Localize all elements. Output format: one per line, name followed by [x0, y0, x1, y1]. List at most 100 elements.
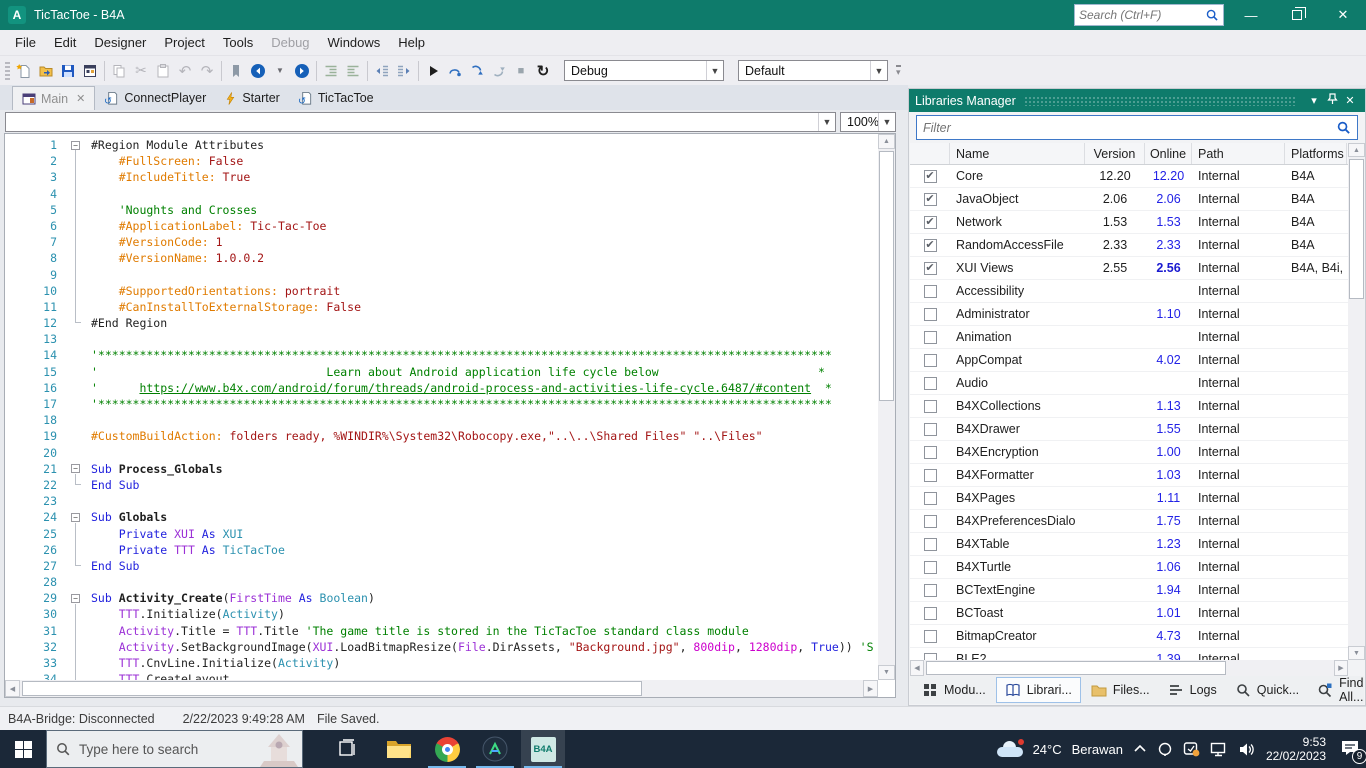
code-line-2[interactable]: 2 #FullScreen: False	[5, 153, 878, 169]
library-row-bctoast[interactable]: BCToast1.01Internal	[910, 602, 1348, 625]
tray-expand-icon[interactable]	[1133, 744, 1147, 754]
code-line-28[interactable]: 28	[5, 574, 878, 590]
panel-tab-quick[interactable]: Quick...	[1227, 678, 1307, 702]
library-filter-input[interactable]	[923, 121, 1336, 135]
weather-desc[interactable]: Berawan	[1072, 742, 1123, 757]
members-dropdown[interactable]: ▼	[5, 112, 836, 132]
panel-tab-findall[interactable]: Find All...	[1309, 672, 1366, 708]
open-icon[interactable]	[35, 60, 57, 82]
scroll-up-icon[interactable]: ▲	[878, 134, 895, 149]
weather-icon[interactable]	[997, 741, 1023, 757]
cut-icon[interactable]: ✂	[130, 60, 152, 82]
library-row-appcompat[interactable]: AppCompat4.02Internal	[910, 349, 1348, 372]
taskbar-search-box[interactable]: Type here to search	[46, 730, 303, 768]
menu-edit[interactable]: Edit	[45, 31, 85, 54]
library-row-b4xencryption[interactable]: B4XEncryption1.00Internal	[910, 441, 1348, 464]
code-line-1[interactable]: 1−#Region Module Attributes	[5, 137, 878, 153]
fold-toggle-icon[interactable]: −	[71, 594, 80, 603]
panel-tab-modu[interactable]: Modu...	[914, 678, 994, 702]
library-checkbox[interactable]	[924, 630, 937, 643]
run-icon[interactable]	[422, 60, 444, 82]
scrollbar-thumb[interactable]	[1349, 159, 1364, 299]
tab-connectplayer[interactable]: ↺ConnectPlayer	[95, 86, 215, 110]
menu-windows[interactable]: Windows	[319, 31, 390, 54]
library-row-accessibility[interactable]: AccessibilityInternal	[910, 280, 1348, 303]
library-checkbox[interactable]	[924, 354, 937, 367]
library-row-bctextengine[interactable]: BCTextEngine1.94Internal	[910, 579, 1348, 602]
code-line-23[interactable]: 23	[5, 493, 878, 509]
library-row-javaobject[interactable]: ✔JavaObject2.062.06InternalB4A	[910, 188, 1348, 211]
network-icon[interactable]	[1210, 742, 1228, 757]
bookmark-icon[interactable]	[225, 60, 247, 82]
close-tab-icon[interactable]: ✕	[76, 92, 85, 105]
fold-toggle-icon[interactable]: −	[71, 464, 80, 473]
code-line-25[interactable]: 25 Private XUI As XUI	[5, 526, 878, 542]
close-button[interactable]: ✕	[1320, 0, 1366, 30]
copy-icon[interactable]	[108, 60, 130, 82]
library-checkbox[interactable]	[924, 607, 937, 620]
title-search-box[interactable]	[1074, 4, 1224, 26]
uncomment-icon[interactable]	[393, 60, 415, 82]
column-header-path[interactable]: Path	[1192, 143, 1285, 164]
library-row-animation[interactable]: AnimationInternal	[910, 326, 1348, 349]
library-row-xui-views[interactable]: ✔XUI Views2.552.56InternalB4A, B4i, B4	[910, 257, 1348, 280]
code-line-26[interactable]: 26 Private TTT As TicTacToe	[5, 542, 878, 558]
minimize-button[interactable]: —	[1228, 0, 1274, 30]
save-icon[interactable]	[57, 60, 79, 82]
code-line-22[interactable]: 22End Sub	[5, 477, 878, 493]
new-module-icon[interactable]	[13, 60, 35, 82]
back-history-caret-icon[interactable]: ▼	[269, 60, 291, 82]
scroll-right-icon[interactable]: ▶	[863, 680, 878, 697]
scroll-up-icon[interactable]: ▲	[1348, 143, 1365, 157]
library-row-administrator[interactable]: Administrator1.10Internal	[910, 303, 1348, 326]
weather-temp[interactable]: 24°C	[1033, 742, 1062, 757]
b4a-app-button[interactable]: B4A	[521, 730, 565, 768]
menu-project[interactable]: Project	[155, 31, 213, 54]
menu-debug[interactable]: Debug	[262, 31, 318, 54]
code-line-7[interactable]: 7 #VersionCode: 1	[5, 234, 878, 250]
tray-app2-icon[interactable]	[1183, 741, 1200, 757]
outdent-icon[interactable]	[342, 60, 364, 82]
library-row-b4xturtle[interactable]: B4XTurtle1.06Internal	[910, 556, 1348, 579]
code-line-27[interactable]: 27End Sub	[5, 558, 878, 574]
navigate-back-icon[interactable]	[247, 60, 269, 82]
library-checkbox[interactable]: ✔	[924, 216, 937, 229]
scrollbar-thumb[interactable]	[879, 151, 894, 401]
scroll-left-icon[interactable]: ◀	[910, 660, 924, 676]
search-highlight-image[interactable]	[258, 733, 300, 767]
code-line-20[interactable]: 20	[5, 445, 878, 461]
library-checkbox[interactable]: ✔	[924, 262, 937, 275]
scroll-down-icon[interactable]: ▼	[1348, 646, 1365, 660]
library-checkbox[interactable]	[924, 377, 937, 390]
task-view-button[interactable]	[325, 730, 369, 768]
library-row-b4xcollections[interactable]: B4XCollections1.13Internal	[910, 395, 1348, 418]
fold-toggle-icon[interactable]: −	[71, 513, 80, 522]
library-checkbox[interactable]	[924, 469, 937, 482]
library-checkbox[interactable]	[924, 423, 937, 436]
library-checkbox[interactable]	[924, 515, 937, 528]
toolbar-overflow-button[interactable]: ▾	[896, 65, 901, 76]
menu-file[interactable]: File	[6, 31, 45, 54]
library-checkbox[interactable]	[924, 400, 937, 413]
column-header-version[interactable]: Version	[1085, 143, 1145, 164]
library-checkbox[interactable]: ✔	[924, 239, 937, 252]
column-header-platforms[interactable]: Platforms	[1285, 143, 1347, 164]
file-explorer-button[interactable]	[377, 730, 421, 768]
clock[interactable]: 9:53 22/02/2023	[1266, 735, 1326, 763]
library-row-b4xdrawer[interactable]: B4XDrawer1.55Internal	[910, 418, 1348, 441]
start-button[interactable]	[0, 730, 46, 768]
code-line-14[interactable]: 14'*************************************…	[5, 347, 878, 363]
library-row-b4xpreferencesdialo[interactable]: B4XPreferencesDialo1.75Internal	[910, 510, 1348, 533]
fold-toggle-icon[interactable]: −	[71, 141, 80, 150]
library-checkbox[interactable]	[924, 331, 937, 344]
panel-tab-logs[interactable]: Logs	[1160, 678, 1225, 702]
library-checkbox[interactable]	[924, 285, 937, 298]
code-line-16[interactable]: 16' https://www.b4x.com/android/forum/th…	[5, 380, 878, 396]
undo-icon[interactable]: ↶	[174, 60, 196, 82]
code-editor[interactable]: 1−#Region Module Attributes2 #FullScreen…	[4, 133, 896, 698]
step-into-icon[interactable]	[466, 60, 488, 82]
tab-tictactoe[interactable]: ↺TicTacToe	[289, 86, 383, 110]
library-row-network[interactable]: ✔Network1.531.53InternalB4A	[910, 211, 1348, 234]
code-line-30[interactable]: 30 TTT.Initialize(Activity)	[5, 606, 878, 622]
toolbar-grip[interactable]	[5, 62, 10, 80]
